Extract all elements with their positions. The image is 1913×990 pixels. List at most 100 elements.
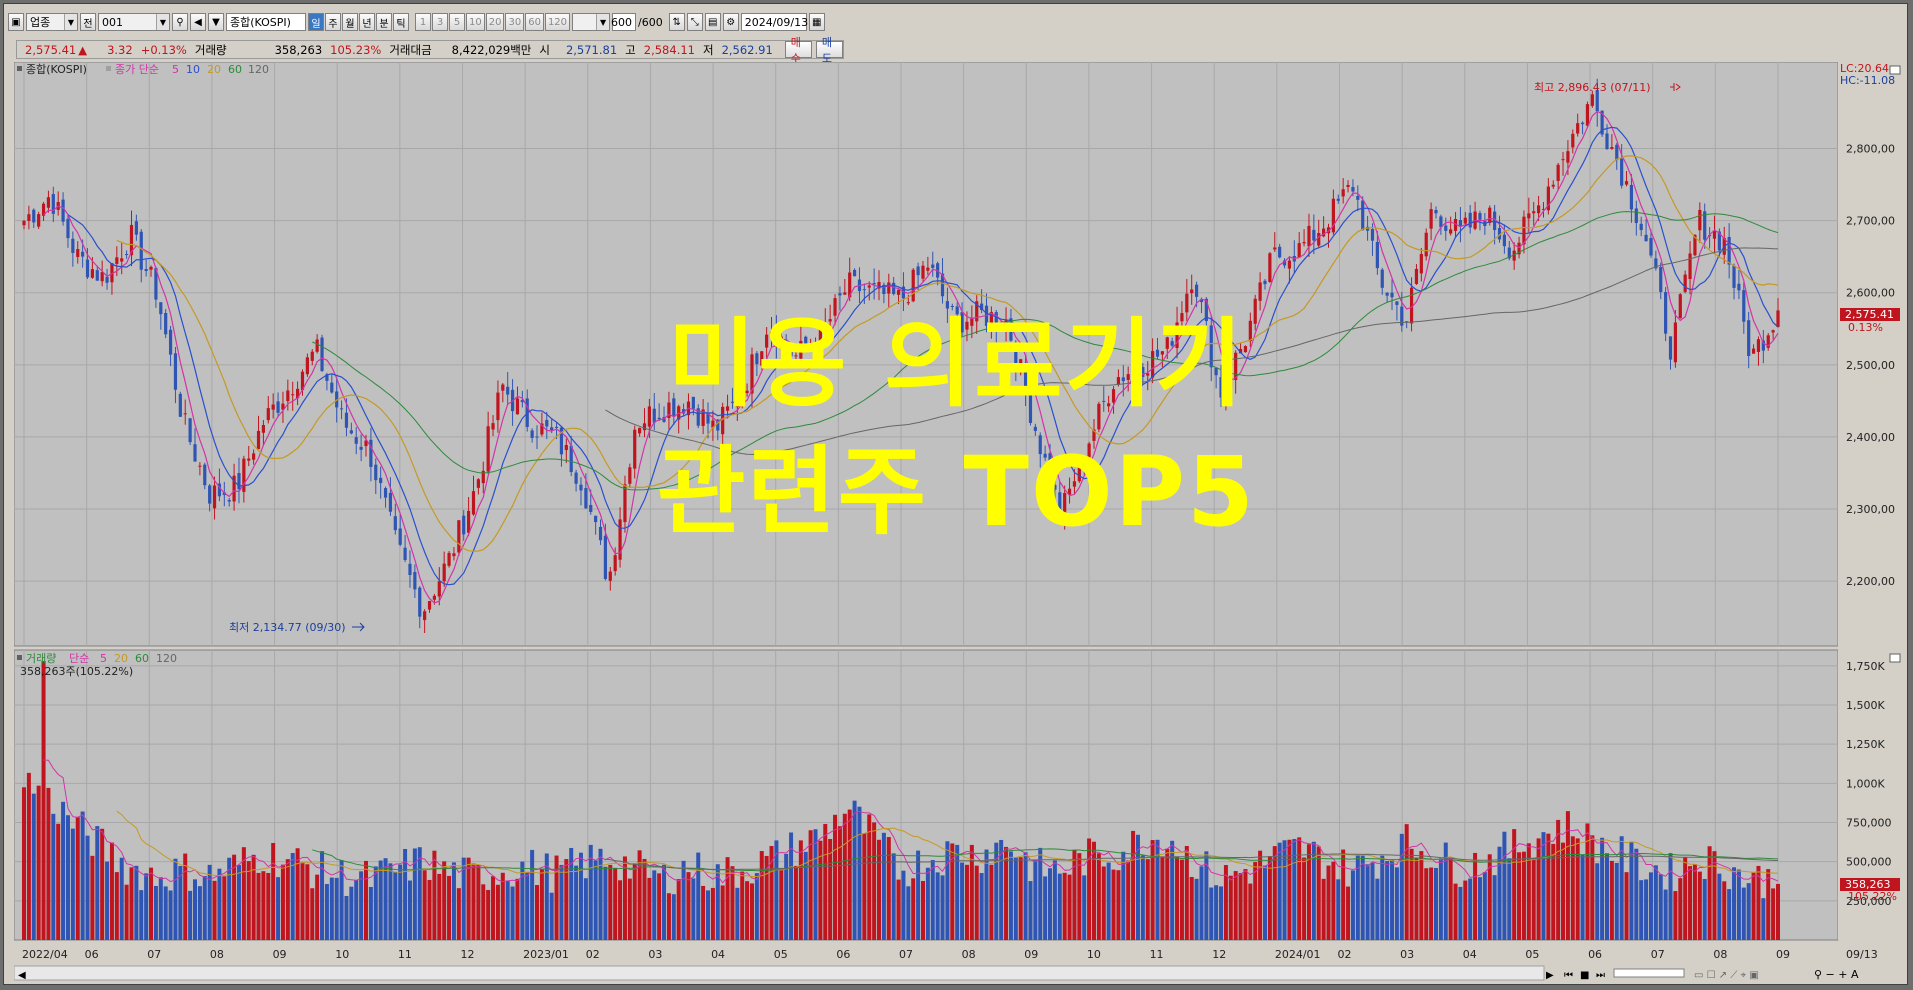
candle-body (457, 520, 461, 553)
tick-option-1[interactable]: 1 (415, 13, 431, 31)
tick-option-20[interactable]: 20 (485, 13, 505, 31)
volume-bar (666, 893, 671, 940)
chevron-down-icon[interactable]: ▼ (208, 13, 224, 31)
volume-bar (1385, 861, 1390, 940)
volume-bar (1238, 873, 1243, 940)
volume-bar (852, 800, 857, 940)
first-page-icon[interactable]: ⏮ (1564, 970, 1573, 981)
scroll-right-icon[interactable]: ▶ (1546, 970, 1554, 981)
volume-bar (1184, 845, 1189, 940)
tick-option-30[interactable]: 30 (505, 13, 525, 31)
candle-body (1698, 209, 1702, 231)
tick-option-10[interactable]: 10 (466, 13, 485, 31)
volume-bar (1697, 871, 1702, 940)
period-month-button[interactable]: 월 (342, 13, 358, 31)
period-week-button[interactable]: 주 (325, 13, 341, 31)
candle-body (491, 423, 495, 430)
candle-body (413, 571, 417, 590)
panel-menu-icon[interactable] (1889, 653, 1901, 663)
volume-bar (1150, 840, 1155, 940)
volume-bar (930, 860, 935, 940)
period-year-button[interactable]: 년 (359, 13, 375, 31)
save-icon[interactable]: ▤ (704, 13, 721, 31)
scroll-left-icon[interactable]: ◀ (18, 970, 26, 981)
candle-body (799, 340, 803, 359)
volume-bar (989, 864, 994, 940)
sell-button[interactable]: 매도 (815, 36, 843, 65)
volume-bar (1624, 872, 1629, 940)
name-field[interactable]: 종합(KOSPI) (226, 13, 306, 31)
candle-body (911, 269, 915, 302)
count-input[interactable]: 600 (611, 13, 637, 31)
last-page-icon[interactable]: ⏭ (1596, 970, 1605, 981)
volume-bar (1189, 876, 1194, 940)
volume-ratio: 105.23% (330, 42, 382, 57)
date-field[interactable]: 2024/09/13 (740, 13, 808, 31)
gubun-button[interactable]: 전 (80, 13, 96, 31)
window-icon[interactable]: ▣ (8, 13, 24, 31)
candle-body (1668, 336, 1673, 360)
period-minute-button[interactable]: 분 (376, 13, 392, 31)
candle-body (427, 600, 432, 610)
period-tick-button[interactable]: 틱 (393, 13, 409, 31)
candle-body (388, 492, 393, 512)
tick-option-60[interactable]: 60 (525, 13, 544, 31)
code-select[interactable]: 001 ▼ (98, 13, 170, 31)
chart-area[interactable]: 2,200,00 2,300,00 2,400,00 2,500,00 2,600,00… (14, 62, 1906, 964)
zoom-slider[interactable] (1613, 968, 1685, 978)
stop-icon[interactable]: ■ (1580, 970, 1589, 981)
zoom-search-icon[interactable]: ⚲ − + A (1814, 968, 1859, 981)
period-day-button[interactable]: 일 (308, 13, 324, 31)
tick-option-120[interactable]: 120 (544, 13, 571, 31)
volume-bar (334, 877, 339, 940)
candle-body (1532, 211, 1536, 214)
candle-body (652, 408, 656, 423)
candle-body (794, 355, 798, 357)
candle-body (579, 484, 583, 491)
candle-body (125, 254, 129, 256)
candle-body (330, 382, 334, 393)
x-tick-label: 09 (1776, 948, 1790, 961)
tick-options: 1 3 5 10 20 30 60 120 (415, 13, 571, 31)
volume-bar (1707, 846, 1712, 940)
candle-body (1111, 389, 1116, 403)
candle-body (496, 392, 500, 421)
volume-bar (466, 857, 471, 940)
candle-body (1678, 294, 1682, 319)
x-tick-label: 11 (398, 948, 412, 961)
candle-body (1336, 198, 1340, 201)
volume-bar (1316, 846, 1321, 940)
candle-body (1644, 234, 1648, 242)
gear-icon[interactable]: ⚙ (722, 13, 739, 31)
calendar-icon[interactable]: ▦ (808, 13, 825, 31)
scroll-bar[interactable]: ◀ ▶ ⏮ ■ ⏭ ▭ ☐ ↗ ⟋ ⌖ ▣ ⚲ − + A (13, 964, 1906, 984)
tools-icon[interactable]: ▭ ☐ ↗ ⟋ ⌖ ▣ (1694, 970, 1759, 981)
candle-body (1082, 458, 1086, 462)
x-tick-label: 05 (774, 948, 788, 961)
candle-body (139, 231, 143, 270)
category-select[interactable]: 업종 ▼ (26, 13, 78, 31)
volume-bar (1507, 858, 1512, 940)
x-tick-label: 08 (1713, 948, 1727, 961)
candle-body (1551, 184, 1555, 187)
candle-body (779, 336, 783, 350)
x-tick-label: 06 (85, 948, 99, 961)
volume-bar (1091, 841, 1096, 940)
interval-select[interactable]: ▼ (572, 13, 611, 31)
candle-body (100, 272, 104, 282)
volume-bar (1541, 832, 1546, 940)
candle-body (1434, 210, 1438, 214)
volume-bar (1228, 875, 1233, 940)
tick-option-5[interactable]: 5 (449, 13, 465, 31)
panel-menu-icon[interactable] (1889, 65, 1901, 75)
compare-icon[interactable]: ⇅ (668, 13, 685, 31)
buy-button[interactable]: 매수 (784, 36, 812, 65)
draw-icon[interactable]: ⤡ (686, 13, 703, 31)
scrollbar-track[interactable] (13, 965, 1545, 981)
candle-body (584, 488, 588, 509)
search-icon[interactable]: ⚲ (172, 13, 188, 31)
speaker-icon[interactable]: ◀ (190, 13, 206, 31)
tick-option-3[interactable]: 3 (432, 13, 448, 31)
volume-bar (1692, 864, 1697, 940)
volume-bar (1175, 856, 1180, 940)
